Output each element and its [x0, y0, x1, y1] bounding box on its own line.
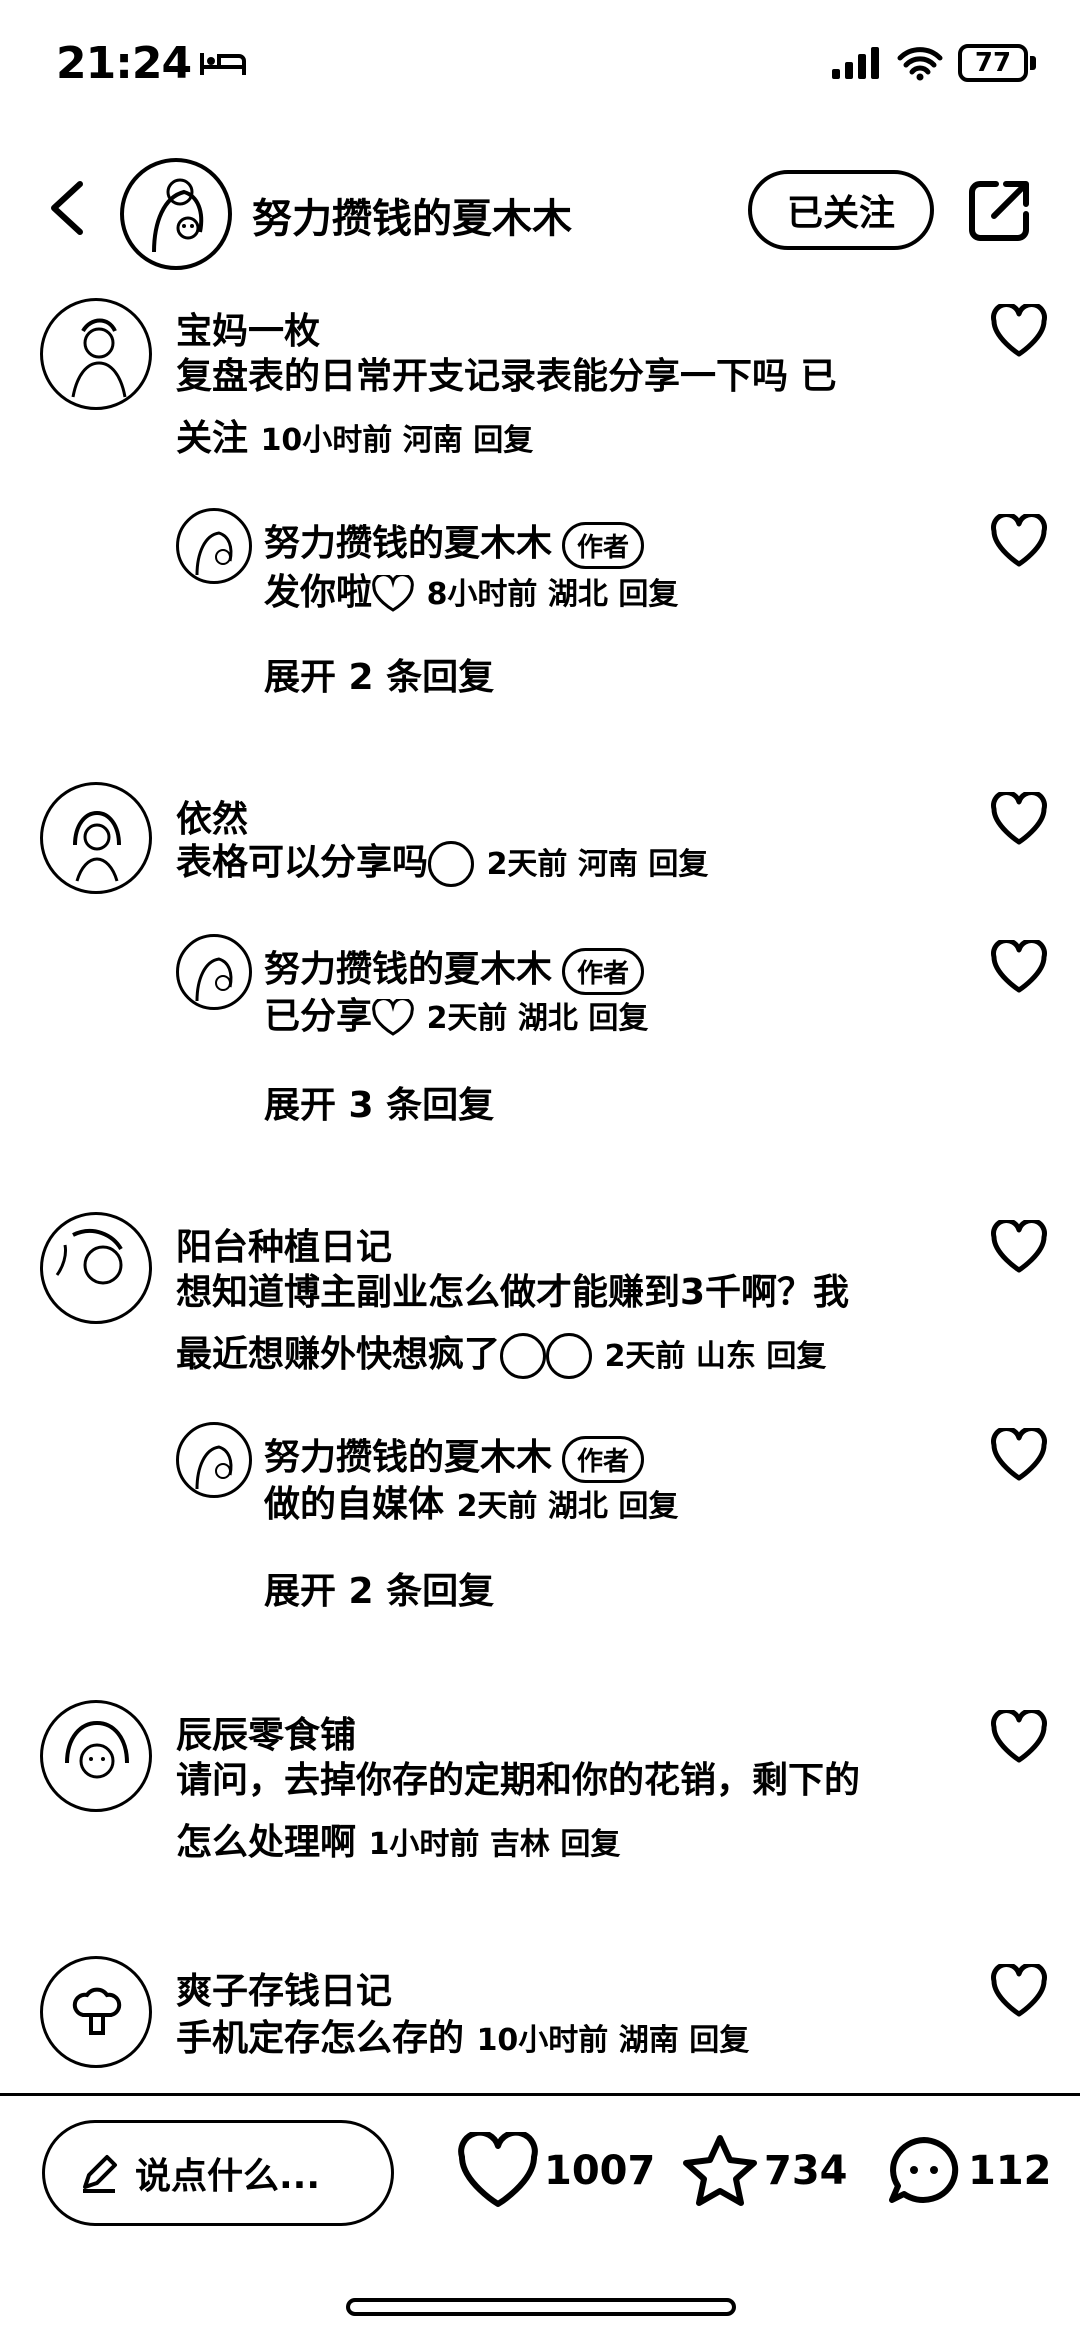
like-count: 1007	[544, 2148, 656, 2194]
broccoli-icon	[72, 1987, 122, 2035]
avatar-illustration	[55, 1229, 123, 1285]
like-heart-icon[interactable]	[990, 792, 1048, 846]
commenter-name[interactable]: 爽子存钱日记	[176, 1962, 392, 2014]
avatar-illustration	[152, 178, 204, 253]
comment-count: 112	[968, 2148, 1052, 2194]
comment-line: 表格可以分享吗	[176, 842, 429, 883]
like-heart-icon[interactable]	[990, 1710, 1048, 1764]
comment-text: 复盘表的日常开支记录表能分享一下吗 已 关注 10小时前 河南 回复	[176, 346, 837, 472]
avatar-illustration	[65, 1720, 129, 1779]
reply-text: 已分享	[264, 996, 373, 1037]
like-heart-icon[interactable]	[990, 940, 1048, 994]
sleep-focus-icon	[200, 52, 247, 75]
reply-text-row: 做的自媒体 2天前 湖北 回复	[264, 1474, 678, 1538]
expand-replies-link[interactable]: 展开 3 条回复	[264, 1076, 494, 1128]
pencil-icon	[83, 2155, 117, 2193]
reply-avatar[interactable]	[176, 934, 252, 1010]
favorite-stat[interactable]: 734	[680, 2132, 848, 2210]
comment-line: 最近想赚外快想疯了	[176, 1334, 501, 1375]
home-indicator[interactable]	[346, 2298, 736, 2316]
comment-line: 复盘表的日常开支记录表能分享一下吗 已	[176, 356, 837, 397]
comment-line: 怎么处理啊	[176, 1822, 357, 1863]
like-stat[interactable]: 1007	[456, 2132, 655, 2210]
comment-meta[interactable]: 10小时前 河南 回复	[261, 423, 534, 458]
comment-item: 阳台种植日记 想知道博主副业怎么做才能赚到3千啊？我 最近想赚外快想疯了 2天前…	[0, 1210, 1080, 1680]
bottom-action-bar: 说点什么... 1007 734 112	[0, 2096, 1080, 2337]
reply-author-name[interactable]: 努力攒钱的夏木木	[264, 949, 552, 990]
reply-author-name[interactable]: 努力攒钱的夏木木	[264, 523, 552, 564]
time-text: 21:24	[56, 38, 192, 89]
reply-text: 做的自媒体	[264, 1484, 445, 1525]
reply-text-row: 已分享 2天前 湖北 回复	[264, 986, 648, 1050]
heart-emoji-icon	[372, 575, 414, 612]
battery-icon: 77	[958, 44, 1036, 82]
crying-emoji-icon	[546, 1333, 593, 1379]
like-heart-icon[interactable]	[990, 1220, 1048, 1274]
comment-item: 宝妈一枚 复盘表的日常开支记录表能分享一下吗 已 关注 10小时前 河南 回复 …	[0, 290, 1080, 730]
like-heart-icon[interactable]	[990, 1964, 1048, 2018]
heart-emoji-icon	[372, 999, 414, 1036]
comment-line: 手机定存怎么存的	[176, 2018, 465, 2059]
comment-line: 想知道博主副业怎么做才能赚到3千啊？我	[176, 1272, 850, 1313]
crying-emoji-icon	[500, 1333, 547, 1379]
comment-item: 辰辰零食铺 请问，去掉你存的定期和你的花销，剩下的 怎么处理啊 1小时前 吉林 …	[0, 1698, 1080, 1888]
comment-text: 想知道博主副业怎么做才能赚到3千啊？我 最近想赚外快想疯了 2天前 山东 回复	[176, 1262, 849, 1388]
commenter-avatar[interactable]	[40, 1956, 152, 2068]
follow-button[interactable]: 已关注	[748, 170, 934, 250]
comment-bubble-icon	[889, 2137, 959, 2203]
expand-replies-link[interactable]: 展开 2 条回复	[264, 648, 494, 700]
comment-item: 依然 表格可以分享吗 2天前 河南 回复 努力攒钱的夏木木 作者 已分享 2天前 …	[0, 780, 1080, 1180]
comment-line: 请问，去掉你存的定期和你的花销，剩下的	[176, 1760, 861, 1801]
comment-meta[interactable]: 10小时前 湖南 回复	[477, 2023, 750, 2058]
reply-author-name[interactable]: 努力攒钱的夏木木	[264, 1437, 552, 1478]
system-icons: 77	[830, 44, 1036, 82]
reply-text: 发你啦	[264, 572, 373, 613]
commenter-avatar[interactable]	[40, 1212, 152, 1324]
like-heart-icon[interactable]	[990, 304, 1048, 358]
comment-line: 关注	[176, 418, 249, 459]
avatar-illustration	[73, 810, 121, 882]
comment-input[interactable]: 说点什么...	[42, 2120, 394, 2226]
status-time: 21:24	[56, 38, 247, 89]
like-heart-icon[interactable]	[990, 514, 1048, 568]
chick-emoji-icon	[428, 841, 475, 887]
comment-text: 请问，去掉你存的定期和你的花销，剩下的 怎么处理啊 1小时前 吉林 回复	[176, 1750, 860, 1876]
favorite-count: 734	[764, 2148, 848, 2194]
reply-text-row: 发你啦 8小时前 湖北 回复	[264, 562, 678, 626]
commenter-avatar[interactable]	[40, 298, 152, 410]
comment-meta[interactable]: 2天前 河南 回复	[487, 847, 709, 882]
comment-stat[interactable]: 112	[884, 2132, 1052, 2210]
reply-avatar[interactable]	[176, 508, 252, 584]
comment-header: 努力攒钱的夏木木 已关注	[0, 150, 1080, 270]
comment-meta[interactable]: 2天前 山东 回复	[605, 1339, 827, 1374]
star-icon	[683, 2135, 757, 2206]
reply-name-row: 努力攒钱的夏木木 作者	[264, 514, 645, 569]
like-heart-icon[interactable]	[990, 1428, 1048, 1482]
comment-text: 表格可以分享吗 2天前 河南 回复	[176, 832, 708, 896]
author-avatar[interactable]	[120, 158, 232, 270]
status-bar: 21:24 77	[0, 0, 1080, 140]
reply-avatar[interactable]	[176, 1422, 252, 1498]
comment-input-placeholder: 说点什么...	[135, 2156, 321, 2197]
author-name[interactable]: 努力攒钱的夏木木	[252, 186, 572, 244]
comment-item: 爽子存钱日记 手机定存怎么存的 10小时前 湖南 回复	[0, 1950, 1080, 2090]
commenter-avatar[interactable]	[40, 1700, 152, 1812]
avatar-illustration	[71, 318, 127, 398]
reply-meta[interactable]: 8小时前 湖北 回复	[427, 577, 679, 612]
commenter-avatar[interactable]	[40, 782, 152, 894]
comment-text: 手机定存怎么存的 10小时前 湖南 回复	[176, 2008, 749, 2072]
comment-meta[interactable]: 1小时前 吉林 回复	[369, 1827, 621, 1862]
reply-meta[interactable]: 2天前 湖北 回复	[427, 1001, 649, 1036]
wifi-icon	[897, 47, 943, 81]
reply-meta[interactable]: 2天前 湖北 回复	[457, 1489, 679, 1524]
avatar-illustration	[195, 531, 233, 576]
expand-replies-link[interactable]: 展开 2 条回复	[264, 1562, 494, 1614]
like-heart-icon	[458, 2132, 538, 2207]
battery-level: 77	[958, 44, 1028, 82]
back-icon[interactable]	[40, 178, 100, 238]
signal-icon	[832, 47, 879, 79]
avatar-illustration	[195, 1445, 233, 1490]
avatar-illustration	[195, 957, 233, 1002]
share-icon[interactable]	[966, 176, 1034, 244]
